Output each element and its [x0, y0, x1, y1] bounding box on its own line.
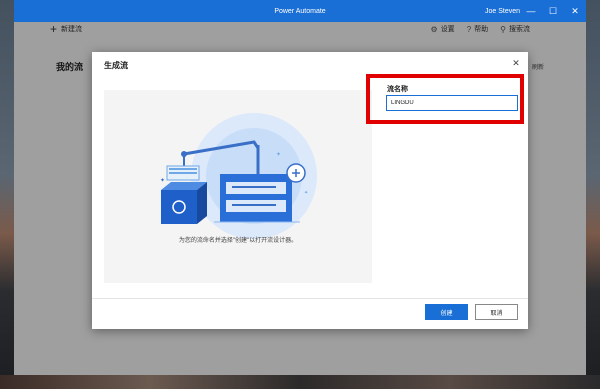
- user-name[interactable]: Joe Steven: [485, 8, 520, 15]
- window-controls: — ☐ ✕: [520, 0, 586, 22]
- svg-text:✦: ✦: [276, 151, 281, 158]
- flow-illustration: ✦ ✦ ✦ 为您的流命名并选择"创建"以打开流设计器。: [104, 90, 372, 283]
- close-window-icon[interactable]: ✕: [564, 0, 586, 22]
- illustration-graphic: ✦ ✦ ✦: [160, 113, 317, 239]
- power-automate-window: Power Automate Joe Steven — ☐ ✕ + 新建流 ⚙ …: [14, 0, 586, 375]
- create-flow-dialog: 生成流 ✕ ✦ ✦ ✦ 为您的流命名并选择"创建"以打开流设计器。 流名称 LI…: [92, 52, 528, 329]
- create-button[interactable]: 创建: [425, 304, 468, 320]
- dialog-caption: 为您的流命名并选择"创建"以打开流设计器。: [178, 238, 298, 244]
- maximize-icon[interactable]: ☐: [542, 0, 564, 22]
- window-title: Power Automate: [274, 7, 326, 15]
- desktop-background-bottom: [0, 375, 600, 389]
- svg-text:✦: ✦: [160, 177, 165, 184]
- desktop-background-left: [0, 0, 14, 389]
- title-bar: Power Automate Joe Steven — ☐ ✕: [14, 0, 586, 22]
- svg-text:✦: ✦: [304, 190, 308, 196]
- dialog-footer-divider: [92, 298, 528, 299]
- flow-name-input[interactable]: [386, 95, 518, 111]
- minimize-icon[interactable]: —: [520, 0, 542, 22]
- cancel-button[interactable]: 取消: [475, 304, 518, 320]
- desktop-background-right: [586, 0, 600, 389]
- dialog-title: 生成流: [104, 61, 128, 70]
- flow-name-label: 流名称: [387, 86, 408, 93]
- close-icon[interactable]: ✕: [510, 58, 522, 70]
